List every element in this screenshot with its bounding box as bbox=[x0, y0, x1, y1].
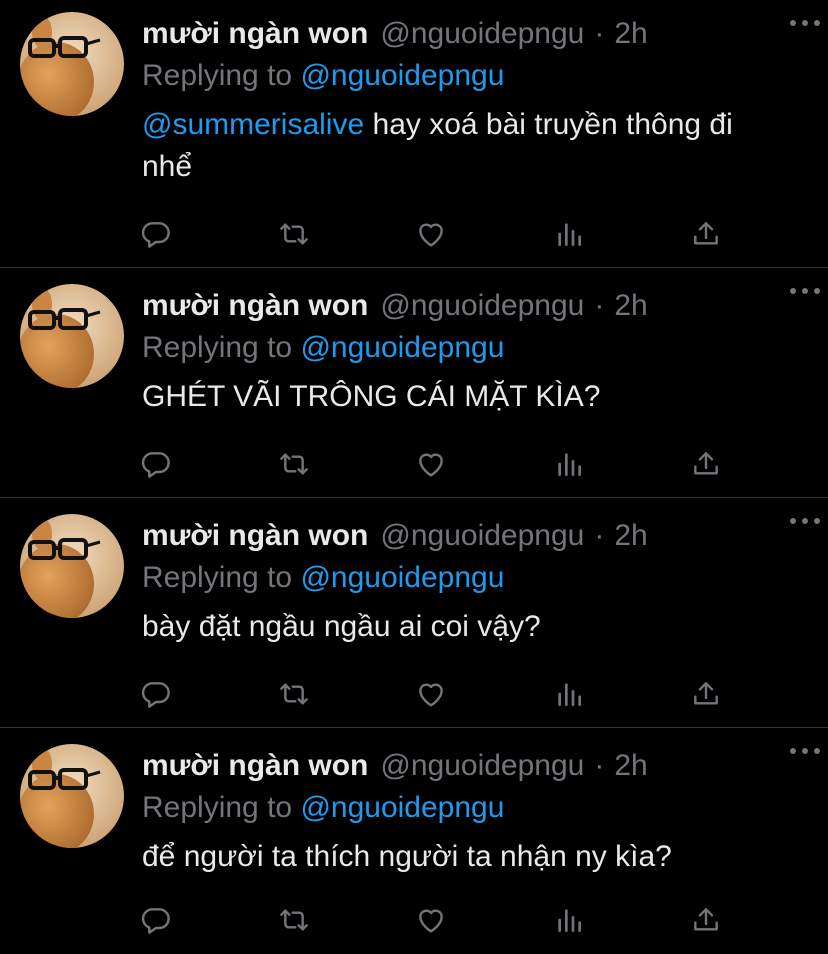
replying-to-mention[interactable]: @nguoidepngu bbox=[300, 791, 504, 824]
more-icon[interactable] bbox=[790, 514, 820, 528]
tweet-text: để người ta thích người ta nhận ny kìa? bbox=[142, 836, 808, 878]
retweet-icon[interactable] bbox=[276, 216, 312, 252]
share-icon[interactable] bbox=[688, 216, 724, 252]
tweet-actions bbox=[138, 902, 724, 938]
tweet[interactable]: mười ngàn won @nguoidepngu · 2h Replying… bbox=[0, 268, 828, 498]
tweet[interactable]: mười ngàn won @nguoidepngu · 2h Replying… bbox=[0, 0, 828, 268]
tweet-header: mười ngàn won @nguoidepngu · 2h bbox=[142, 284, 808, 328]
replying-to-label: Replying to bbox=[142, 59, 293, 92]
tweet-text: bày đặt ngầu ngầu ai coi vậy? bbox=[142, 606, 808, 648]
replying-to: Replying to @nguoidepngu bbox=[142, 788, 808, 828]
tweet-header: mười ngàn won @nguoidepngu · 2h bbox=[142, 744, 808, 788]
replying-to-label: Replying to bbox=[142, 561, 293, 594]
user-handle[interactable]: @nguoidepngu bbox=[380, 514, 584, 558]
user-handle[interactable]: @nguoidepngu bbox=[380, 12, 584, 56]
like-icon[interactable] bbox=[413, 216, 449, 252]
timestamp[interactable]: 2h bbox=[614, 12, 647, 56]
avatar[interactable] bbox=[20, 12, 124, 116]
display-name[interactable]: mười ngàn won bbox=[142, 744, 368, 788]
replying-to-mention[interactable]: @nguoidepngu bbox=[300, 561, 504, 594]
reply-icon[interactable] bbox=[138, 676, 174, 712]
separator: · bbox=[594, 289, 605, 322]
avatar[interactable] bbox=[20, 744, 124, 848]
tweet-header: mười ngàn won @nguoidepngu · 2h bbox=[142, 514, 808, 558]
mention-link[interactable]: @summerisalive bbox=[142, 108, 364, 141]
retweet-icon[interactable] bbox=[276, 676, 312, 712]
like-icon[interactable] bbox=[413, 446, 449, 482]
reply-icon[interactable] bbox=[138, 216, 174, 252]
more-icon[interactable] bbox=[790, 284, 820, 298]
reply-icon[interactable] bbox=[138, 902, 174, 938]
separator: · bbox=[594, 519, 605, 552]
avatar[interactable] bbox=[20, 284, 124, 388]
retweet-icon[interactable] bbox=[276, 446, 312, 482]
replying-to-mention[interactable]: @nguoidepngu bbox=[300, 59, 504, 92]
separator: · bbox=[594, 749, 605, 782]
more-icon[interactable] bbox=[790, 16, 820, 30]
tweet-text-body: để người ta thích người ta nhận ny kìa? bbox=[142, 840, 672, 873]
analytics-icon[interactable] bbox=[551, 676, 587, 712]
avatar-image bbox=[20, 284, 124, 388]
timestamp[interactable]: 2h bbox=[614, 514, 647, 558]
analytics-icon[interactable] bbox=[551, 446, 587, 482]
avatar-image bbox=[20, 514, 124, 618]
replying-to: Replying to @nguoidepngu bbox=[142, 56, 808, 96]
reply-icon[interactable] bbox=[138, 446, 174, 482]
analytics-icon[interactable] bbox=[551, 216, 587, 252]
user-handle[interactable]: @nguoidepngu bbox=[380, 744, 584, 788]
retweet-icon[interactable] bbox=[276, 902, 312, 938]
analytics-icon[interactable] bbox=[551, 902, 587, 938]
avatar[interactable] bbox=[20, 514, 124, 618]
like-icon[interactable] bbox=[413, 676, 449, 712]
share-icon[interactable] bbox=[688, 676, 724, 712]
like-icon[interactable] bbox=[413, 902, 449, 938]
replying-to-mention[interactable]: @nguoidepngu bbox=[300, 331, 504, 364]
more-icon[interactable] bbox=[790, 744, 820, 758]
display-name[interactable]: mười ngàn won bbox=[142, 12, 368, 56]
tweet-actions bbox=[138, 676, 724, 712]
replying-to-label: Replying to bbox=[142, 331, 293, 364]
replying-to: Replying to @nguoidepngu bbox=[142, 328, 808, 368]
tweet[interactable]: mười ngàn won @nguoidepngu · 2h Replying… bbox=[0, 728, 828, 954]
tweet-timeline: mười ngàn won @nguoidepngu · 2h Replying… bbox=[0, 0, 828, 954]
display-name[interactable]: mười ngàn won bbox=[142, 284, 368, 328]
share-icon[interactable] bbox=[688, 902, 724, 938]
tweet-actions bbox=[138, 446, 724, 482]
tweet-header: mười ngàn won @nguoidepngu · 2h bbox=[142, 12, 808, 56]
tweet-text-body: bày đặt ngầu ngầu ai coi vậy? bbox=[142, 610, 541, 643]
avatar-image bbox=[20, 12, 124, 116]
tweet-text: @summerisalive hay xoá bài truyền thông … bbox=[142, 104, 808, 188]
replying-to-label: Replying to bbox=[142, 791, 293, 824]
share-icon[interactable] bbox=[688, 446, 724, 482]
tweet-text: GHÉT VÃI TRÔNG CÁI MẶT KÌA? bbox=[142, 376, 808, 418]
timestamp[interactable]: 2h bbox=[614, 284, 647, 328]
avatar-image bbox=[20, 744, 124, 848]
tweet-actions bbox=[138, 216, 724, 252]
user-handle[interactable]: @nguoidepngu bbox=[380, 284, 584, 328]
replying-to: Replying to @nguoidepngu bbox=[142, 558, 808, 598]
tweet[interactable]: mười ngàn won @nguoidepngu · 2h Replying… bbox=[0, 498, 828, 728]
display-name[interactable]: mười ngàn won bbox=[142, 514, 368, 558]
timestamp[interactable]: 2h bbox=[614, 744, 647, 788]
tweet-text-body: GHÉT VÃI TRÔNG CÁI MẶT KÌA? bbox=[142, 380, 601, 413]
separator: · bbox=[594, 17, 605, 50]
